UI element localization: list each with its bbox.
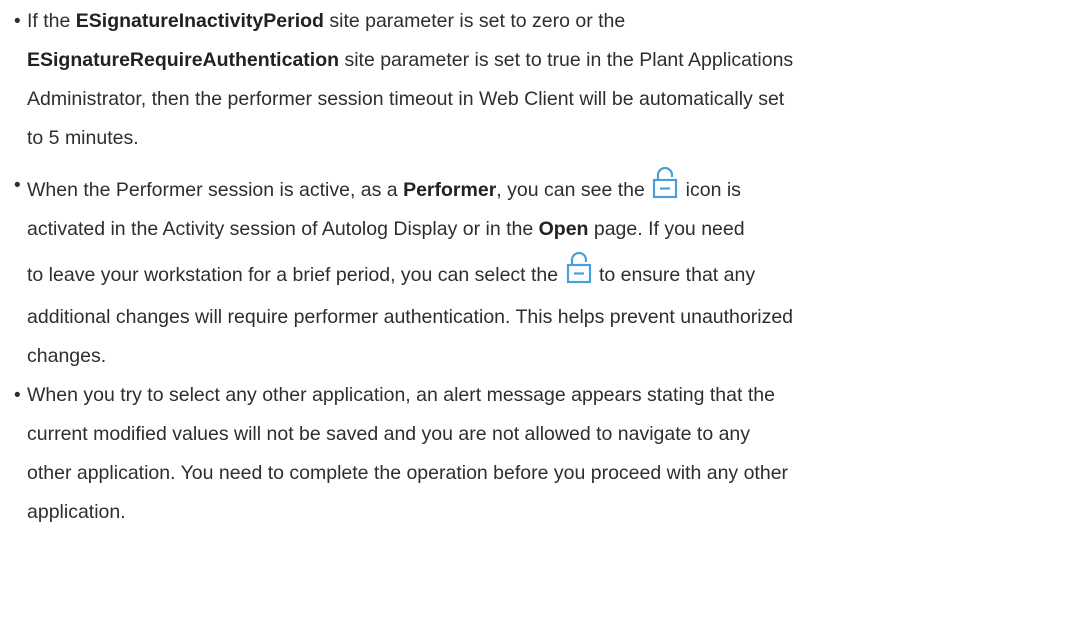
text-line: other application. You need to complete … bbox=[27, 454, 1074, 493]
bullet-dot: • bbox=[14, 11, 21, 32]
text-line: to 5 minutes. bbox=[27, 119, 1074, 158]
text-run: , you can see the bbox=[496, 179, 651, 201]
text-run: other application. You need to complete … bbox=[27, 462, 789, 484]
text-run: If the bbox=[27, 10, 76, 32]
param-name: ESignatureInactivityPeriod bbox=[75, 10, 324, 32]
text-run: icon is bbox=[680, 179, 741, 201]
text-line: changes. bbox=[27, 337, 1074, 376]
unlock-icon bbox=[652, 166, 678, 200]
param-name: ESignatureRequireAuthentication bbox=[27, 49, 340, 71]
text-run: Administrator, then the performer sessio… bbox=[27, 88, 785, 110]
role-name: Performer bbox=[403, 179, 497, 201]
text-run: site parameter is set to true in the Pla… bbox=[339, 49, 794, 71]
text-run: additional changes will require performe… bbox=[27, 306, 794, 328]
text-line: ESignatureRequireAuthentication site par… bbox=[27, 41, 1074, 80]
text-run: to 5 minutes. bbox=[27, 127, 139, 149]
text-run: to leave your workstation for a brief pe… bbox=[27, 264, 564, 286]
document-page: • If the ESignatureInactivityPeriod site… bbox=[0, 0, 1086, 622]
unlock-icon bbox=[566, 251, 592, 285]
text-run: site parameter is set to zero or the bbox=[323, 10, 626, 32]
text-run: to ensure that any bbox=[593, 264, 756, 286]
text-line: additional changes will require performe… bbox=[27, 298, 1074, 337]
text-run: application. bbox=[27, 501, 126, 523]
bullet-list: • If the ESignatureInactivityPeriod site… bbox=[14, 2, 1074, 532]
text-run: When you try to select any other applica… bbox=[27, 384, 775, 406]
text-line: If the ESignatureInactivityPeriod site p… bbox=[27, 2, 1074, 41]
bullet-dot: • bbox=[14, 385, 21, 406]
bullet-dot: • bbox=[14, 175, 21, 196]
list-item: • If the ESignatureInactivityPeriod site… bbox=[14, 2, 1074, 158]
text-run: changes. bbox=[27, 345, 107, 367]
text-line: application. bbox=[27, 493, 1074, 532]
text-line: activated in the Activity session of Aut… bbox=[27, 210, 1074, 249]
list-item: • When you try to select any other appli… bbox=[14, 376, 1074, 532]
text-line: current modified values will not be save… bbox=[27, 415, 1074, 454]
text-line: When the Performer session is active, as… bbox=[27, 166, 1074, 210]
text-run: When the Performer session is active, as… bbox=[27, 179, 404, 201]
text-run: current modified values will not be save… bbox=[27, 423, 751, 445]
text-run: page. If you need bbox=[588, 218, 745, 240]
text-line: Administrator, then the performer sessio… bbox=[27, 80, 1074, 119]
list-item: • When the Performer session is active, … bbox=[14, 166, 1074, 376]
text-run: activated in the Activity session of Aut… bbox=[27, 218, 539, 240]
text-line: When you try to select any other applica… bbox=[27, 376, 1074, 415]
text-line: to leave your workstation for a brief pe… bbox=[27, 249, 1074, 298]
page-name: Open bbox=[538, 218, 589, 240]
